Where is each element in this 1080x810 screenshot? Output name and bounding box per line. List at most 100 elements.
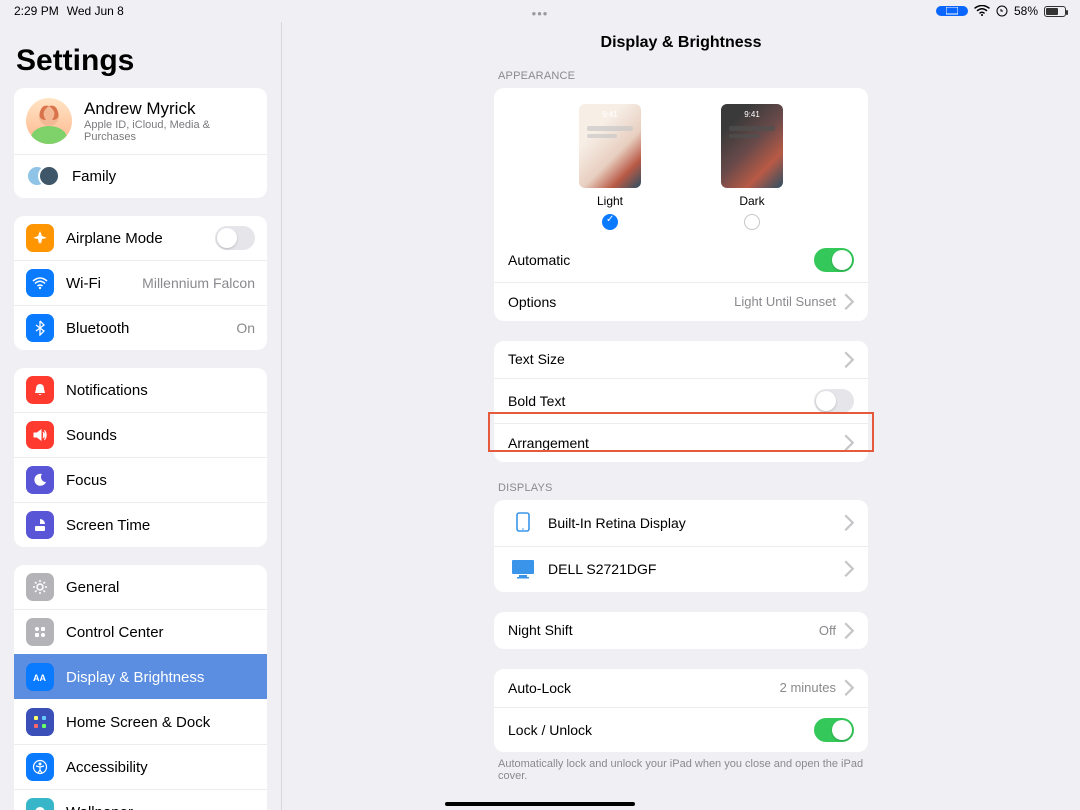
automatic-label: Automatic	[508, 252, 814, 268]
screen-time-icon	[26, 511, 54, 539]
auto-lock-label: Auto-Lock	[508, 680, 780, 696]
accessibility-label: Accessibility	[66, 759, 255, 776]
displays-header: DISPLAYS	[494, 482, 868, 500]
lock-unlock-row[interactable]: Lock / Unlock	[494, 707, 868, 752]
automatic-row[interactable]: Automatic	[494, 238, 868, 282]
lock-unlock-toggle[interactable]	[814, 718, 854, 742]
notifications-label: Notifications	[66, 382, 255, 399]
battery-pct: 58%	[1014, 4, 1038, 18]
family-label: Family	[72, 168, 255, 185]
status-bar: 2:29 PM Wed Jun 8 ••• 58%	[0, 0, 1080, 22]
chevron-right-icon	[844, 622, 854, 640]
wifi-value: Millennium Falcon	[142, 275, 255, 291]
notifications-icon	[26, 376, 54, 404]
chevron-right-icon	[844, 293, 854, 311]
svg-text:AA: AA	[33, 673, 46, 683]
control-center-row[interactable]: Control Center	[14, 609, 267, 654]
screen-mirroring-pill[interactable]	[936, 6, 968, 16]
settings-title: Settings	[16, 44, 265, 78]
bold-text-row[interactable]: Bold Text	[494, 378, 868, 423]
chevron-right-icon	[844, 679, 854, 697]
wallpaper-row[interactable]: Wallpaper	[14, 789, 267, 810]
wifi-label: Wi-Fi	[66, 275, 142, 292]
text-size-row[interactable]: Text Size	[494, 341, 868, 379]
auto-lock-row[interactable]: Auto-Lock 2 minutes	[494, 669, 868, 707]
screen-time-row[interactable]: Screen Time	[14, 502, 267, 547]
bluetooth-icon	[26, 314, 54, 342]
home-indicator[interactable]	[445, 802, 635, 806]
bluetooth-row[interactable]: Bluetooth On	[14, 305, 267, 350]
orientation-lock-icon	[996, 5, 1008, 17]
home-screen-row[interactable]: Home Screen & Dock	[14, 699, 267, 744]
dark-thumbnail: 9:41	[721, 104, 783, 188]
accessibility-row[interactable]: Accessibility	[14, 744, 267, 789]
appearance-selector: 9:41 Light 9:41 Dark	[494, 88, 868, 238]
general-icon	[26, 573, 54, 601]
sounds-icon	[26, 421, 54, 449]
chevron-right-icon	[844, 514, 854, 532]
night-shift-row[interactable]: Night Shift Off	[494, 612, 868, 650]
airplane-toggle[interactable]	[215, 226, 255, 250]
appearance-dark-option[interactable]: 9:41 Dark	[721, 104, 783, 230]
user-avatar	[26, 98, 72, 144]
dark-label: Dark	[739, 194, 764, 208]
external-display-row[interactable]: DELL S2721DGF	[494, 546, 868, 592]
monitor-icon	[508, 557, 538, 581]
sounds-row[interactable]: Sounds	[14, 412, 267, 457]
family-row[interactable]: Family	[14, 154, 267, 198]
control-center-icon	[26, 618, 54, 646]
profile-name: Andrew Myrick	[84, 99, 255, 119]
home-screen-icon	[26, 708, 54, 736]
wallpaper-label: Wallpaper	[66, 804, 255, 810]
airplane-mode-row[interactable]: Airplane Mode	[14, 216, 267, 260]
chevron-right-icon	[844, 560, 854, 578]
dark-radio[interactable]	[744, 214, 760, 230]
chevron-right-icon	[844, 351, 854, 369]
airplane-icon	[26, 224, 54, 252]
main-title: Display & Brightness	[282, 22, 1080, 70]
wifi-settings-icon	[26, 269, 54, 297]
light-label: Light	[597, 194, 623, 208]
bluetooth-label: Bluetooth	[66, 320, 236, 337]
appearance-light-option[interactable]: 9:41 Light	[579, 104, 641, 230]
chevron-right-icon	[844, 434, 854, 452]
options-label: Options	[508, 294, 734, 310]
appearance-header: APPEARANCE	[494, 70, 868, 88]
light-radio[interactable]	[602, 214, 618, 230]
lock-footer: Automatically lock and unlock your iPad …	[494, 752, 868, 782]
general-label: General	[66, 579, 255, 596]
wifi-row[interactable]: Wi-Fi Millennium Falcon	[14, 260, 267, 305]
auto-lock-value: 2 minutes	[780, 680, 836, 695]
wallpaper-icon	[26, 798, 54, 810]
ipad-icon	[508, 511, 538, 535]
display-label: Display & Brightness	[66, 669, 255, 686]
night-shift-value: Off	[819, 623, 836, 638]
accessibility-icon	[26, 753, 54, 781]
settings-sidebar: Settings Andrew Myrick Apple ID, iCloud,…	[0, 22, 282, 810]
notifications-row[interactable]: Notifications	[14, 368, 267, 412]
main-panel: Display & Brightness APPEARANCE 9:41 Lig…	[282, 22, 1080, 810]
builtin-display-row[interactable]: Built-In Retina Display	[494, 500, 868, 546]
display-brightness-row[interactable]: AA Display & Brightness	[14, 654, 267, 699]
focus-label: Focus	[66, 472, 255, 489]
focus-icon	[26, 466, 54, 494]
family-avatars-icon	[26, 165, 60, 189]
lock-unlock-label: Lock / Unlock	[508, 722, 814, 738]
window-controls-icon[interactable]: •••	[532, 6, 549, 21]
automatic-toggle[interactable]	[814, 248, 854, 272]
options-row[interactable]: Options Light Until Sunset	[494, 282, 868, 321]
bold-text-label: Bold Text	[508, 393, 814, 409]
text-size-label: Text Size	[508, 351, 836, 367]
night-shift-label: Night Shift	[508, 622, 819, 638]
arrangement-row[interactable]: Arrangement	[494, 423, 868, 462]
home-screen-label: Home Screen & Dock	[66, 714, 255, 731]
wifi-icon	[974, 5, 990, 17]
bluetooth-value: On	[236, 320, 255, 336]
bold-text-toggle[interactable]	[814, 389, 854, 413]
general-row[interactable]: General	[14, 565, 267, 609]
apple-id-row[interactable]: Andrew Myrick Apple ID, iCloud, Media & …	[14, 88, 267, 154]
focus-row[interactable]: Focus	[14, 457, 267, 502]
status-date: Wed Jun 8	[67, 4, 124, 18]
airplane-label: Airplane Mode	[66, 230, 215, 247]
profile-sub: Apple ID, iCloud, Media & Purchases	[84, 119, 255, 143]
